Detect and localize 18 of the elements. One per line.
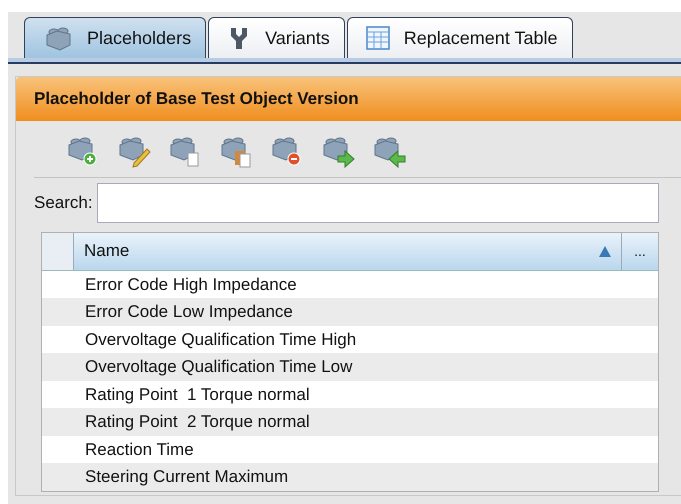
table-row[interactable]: Error Code High Impedance bbox=[42, 270, 658, 298]
table-row[interactable]: Rating Point 2 Torque normal bbox=[42, 408, 658, 436]
tab[interactable]: Variants bbox=[208, 17, 345, 58]
table-icon bbox=[366, 26, 390, 50]
search-field[interactable] bbox=[96, 182, 659, 222]
search-label: Search: bbox=[34, 192, 93, 214]
header-corner bbox=[42, 232, 74, 270]
table-row[interactable]: Overvoltage Qualification Time Low bbox=[42, 353, 658, 380]
table-row[interactable]: Error Code Low Impedance bbox=[42, 298, 658, 326]
tab[interactable]: Replacement Table bbox=[346, 17, 573, 58]
panel-header: Placeholder of Base Test Object Version bbox=[16, 77, 681, 120]
table-row[interactable]: Steering Current Maximum bbox=[42, 463, 658, 490]
table-row[interactable]: Rating Point 1 Torque normal bbox=[42, 380, 658, 408]
column-menu-button[interactable]: ... bbox=[622, 232, 658, 270]
table-row[interactable]: Reaction Time bbox=[42, 436, 658, 463]
table-row[interactable]: Overvoltage Qualification Time High bbox=[42, 326, 658, 353]
column-header[interactable]: Name bbox=[84, 238, 599, 264]
tab[interactable]: Placeholders bbox=[24, 17, 206, 58]
